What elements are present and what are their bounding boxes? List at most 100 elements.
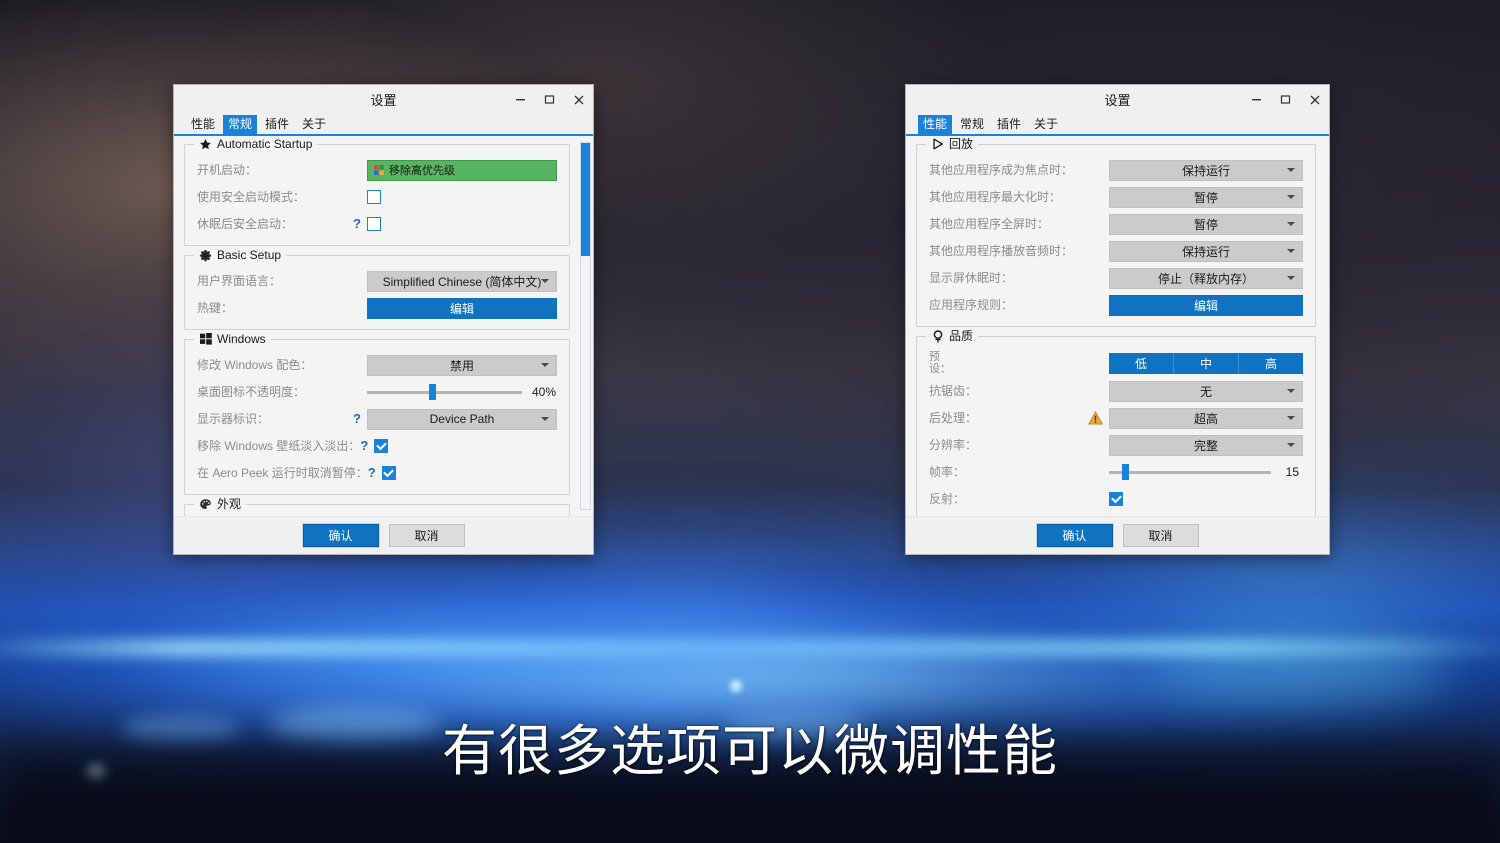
- label-resolution: 分辨率：: [929, 438, 978, 452]
- settings-window-performance[interactable]: 设置 性能 常规 插件 关于 回放 其他应用程序成为焦点时： 保持运行 其他应用…: [905, 84, 1330, 555]
- minimize-icon[interactable]: [506, 85, 535, 114]
- combobox-other-app-maximized[interactable]: 暂停: [1109, 186, 1303, 208]
- tab-plugins-right[interactable]: 插件: [992, 115, 1026, 134]
- combobox-windows-colors[interactable]: 禁用: [367, 354, 557, 376]
- control-remove-wallpaper-fade[interactable]: [374, 439, 564, 453]
- control-hotkeys[interactable]: 编辑: [367, 297, 557, 319]
- combobox-other-app-focus[interactable]: 保持运行: [1109, 159, 1303, 181]
- combobox-other-app-audio[interactable]: 保持运行: [1109, 240, 1303, 262]
- help-icon[interactable]: ?: [353, 217, 361, 230]
- settings-window-general[interactable]: 设置 性能 常规 插件 关于 Automatic Startup 开机启动： 移…: [173, 84, 594, 555]
- label-safe-start-after-hibernate: 休眠后安全启动：: [197, 217, 294, 231]
- settings-content-right: 回放 其他应用程序成为焦点时： 保持运行 其他应用程序最大化时： 暂停 其他应用…: [906, 136, 1329, 516]
- ok-button-right[interactable]: 确认: [1035, 523, 1114, 548]
- combobox-ui-language[interactable]: Simplified Chinese (简体中文): [367, 270, 557, 292]
- control-reflections[interactable]: [1109, 492, 1303, 506]
- help-icon[interactable]: ?: [368, 466, 376, 479]
- control-windows-colors[interactable]: 禁用: [367, 354, 557, 376]
- scrollbar-thumb[interactable]: [581, 143, 590, 257]
- combobox-resolution-value: 完整: [1193, 438, 1218, 453]
- control-boot-start[interactable]: 移除高优先级: [367, 159, 557, 181]
- slider-desktop-icon-opacity[interactable]: [367, 384, 522, 400]
- control-other-app-maximized[interactable]: 暂停: [1109, 186, 1303, 208]
- tab-plugins-left[interactable]: 插件: [260, 115, 294, 134]
- edit-app-rules-button[interactable]: 编辑: [1109, 294, 1303, 316]
- control-post-processing[interactable]: 超高: [1109, 407, 1303, 429]
- control-resolution[interactable]: 完整: [1109, 434, 1303, 456]
- tabbar-left[interactable]: 性能 常规 插件 关于: [174, 114, 593, 136]
- control-monitor-identification[interactable]: Device Path: [367, 408, 557, 430]
- control-framerate[interactable]: 15: [1109, 464, 1303, 480]
- combobox-monitor-identification-value: Device Path: [429, 412, 495, 426]
- combobox-other-app-fullscreen[interactable]: 暂停: [1109, 213, 1303, 235]
- window-controls-right: [1242, 85, 1329, 114]
- chevron-down-icon: [1287, 416, 1295, 420]
- slider-framerate[interactable]: [1109, 464, 1271, 480]
- tab-about-right[interactable]: 关于: [1029, 115, 1063, 134]
- control-other-app-focus[interactable]: 保持运行: [1109, 159, 1303, 181]
- close-icon[interactable]: [1300, 85, 1329, 114]
- segmented-quality-preset[interactable]: 低 中 高: [1109, 352, 1303, 374]
- checkbox-reflections[interactable]: [1109, 492, 1123, 506]
- preset-high-button[interactable]: 高: [1239, 353, 1303, 374]
- cancel-button-left[interactable]: 取消: [388, 524, 465, 547]
- group-title-windows: Windows: [217, 332, 266, 346]
- control-antialiasing[interactable]: 无: [1109, 380, 1303, 402]
- control-desktop-icon-opacity[interactable]: 40%: [367, 384, 557, 400]
- group-title-appearance: 外观: [217, 497, 242, 511]
- checkbox-remove-wallpaper-fade[interactable]: [374, 439, 389, 453]
- remove-high-priority-button[interactable]: 移除高优先级: [367, 159, 557, 181]
- close-icon[interactable]: [564, 85, 593, 114]
- tab-performance-left[interactable]: 性能: [186, 115, 220, 134]
- tab-about-left[interactable]: 关于: [297, 115, 331, 134]
- help-icon[interactable]: ?: [360, 439, 368, 452]
- window-title-left: 设置: [370, 93, 397, 108]
- control-aero-peek-unpause[interactable]: [381, 466, 572, 480]
- label-boot-start: 开机启动：: [197, 163, 258, 177]
- control-other-app-audio[interactable]: 保持运行: [1109, 240, 1303, 262]
- preset-low-button[interactable]: 低: [1109, 352, 1174, 374]
- combobox-monitor-identification[interactable]: Device Path: [367, 408, 557, 430]
- group-appearance: 外观: [184, 497, 570, 516]
- checkbox-safe-start-after-hibernate[interactable]: [367, 217, 381, 231]
- combobox-antialiasing[interactable]: 无: [1109, 380, 1303, 402]
- row-aero-peek-unpause: 在 Aero Peek 运行时取消暂停： ?: [197, 462, 557, 484]
- combobox-display-sleep[interactable]: 停止（释放内存）: [1109, 267, 1303, 289]
- tabbar-right[interactable]: 性能 常规 插件 关于: [906, 114, 1329, 136]
- minimize-icon[interactable]: [1242, 85, 1271, 114]
- vertical-scrollbar-left[interactable]: [580, 142, 591, 510]
- group-label-basic-setup: Basic Setup: [194, 248, 287, 262]
- control-display-sleep[interactable]: 停止（释放内存）: [1109, 267, 1303, 289]
- control-other-app-fullscreen[interactable]: 暂停: [1109, 213, 1303, 235]
- group-title-basic-setup: Basic Setup: [217, 248, 282, 262]
- control-quality-preset[interactable]: 低 中 高: [1109, 352, 1303, 374]
- maximize-icon[interactable]: [535, 85, 564, 114]
- combobox-resolution[interactable]: 完整: [1109, 434, 1303, 456]
- slider-thumb[interactable]: [429, 384, 436, 400]
- control-app-rules[interactable]: 编辑: [1109, 294, 1303, 316]
- control-safe-start-after-hibernate[interactable]: [367, 217, 557, 231]
- control-ui-language[interactable]: Simplified Chinese (简体中文): [367, 270, 557, 292]
- cancel-button-right[interactable]: 取消: [1122, 524, 1199, 547]
- combobox-post-processing-value: 超高: [1193, 411, 1218, 426]
- tab-general-right[interactable]: 常规: [955, 115, 989, 134]
- combobox-post-processing[interactable]: 超高: [1109, 407, 1303, 429]
- checkbox-safe-start-mode[interactable]: [367, 190, 381, 204]
- control-safe-start-mode[interactable]: [367, 190, 557, 204]
- ok-button-left[interactable]: 确认: [301, 523, 380, 548]
- chevron-down-icon: [541, 363, 549, 367]
- maximize-icon[interactable]: [1271, 85, 1300, 114]
- checkbox-aero-peek-unpause[interactable]: [381, 466, 396, 480]
- tab-general-left[interactable]: 常规: [223, 115, 258, 134]
- play-icon: [931, 138, 944, 151]
- slider-thumb[interactable]: [1121, 464, 1129, 480]
- preset-medium-button[interactable]: 中: [1174, 352, 1239, 374]
- help-icon[interactable]: ?: [353, 412, 361, 425]
- group-label-automatic-startup: Automatic Startup: [194, 137, 318, 151]
- chevron-down-icon: [1287, 195, 1295, 199]
- row-spacer: ?: [269, 412, 367, 425]
- edit-hotkeys-button[interactable]: 编辑: [367, 297, 557, 319]
- label-remove-wallpaper-fade: 移除 Windows 壁纸淡入淡出：: [197, 439, 361, 453]
- tab-performance-right[interactable]: 性能: [918, 115, 953, 134]
- warning-icon[interactable]: [1087, 410, 1104, 425]
